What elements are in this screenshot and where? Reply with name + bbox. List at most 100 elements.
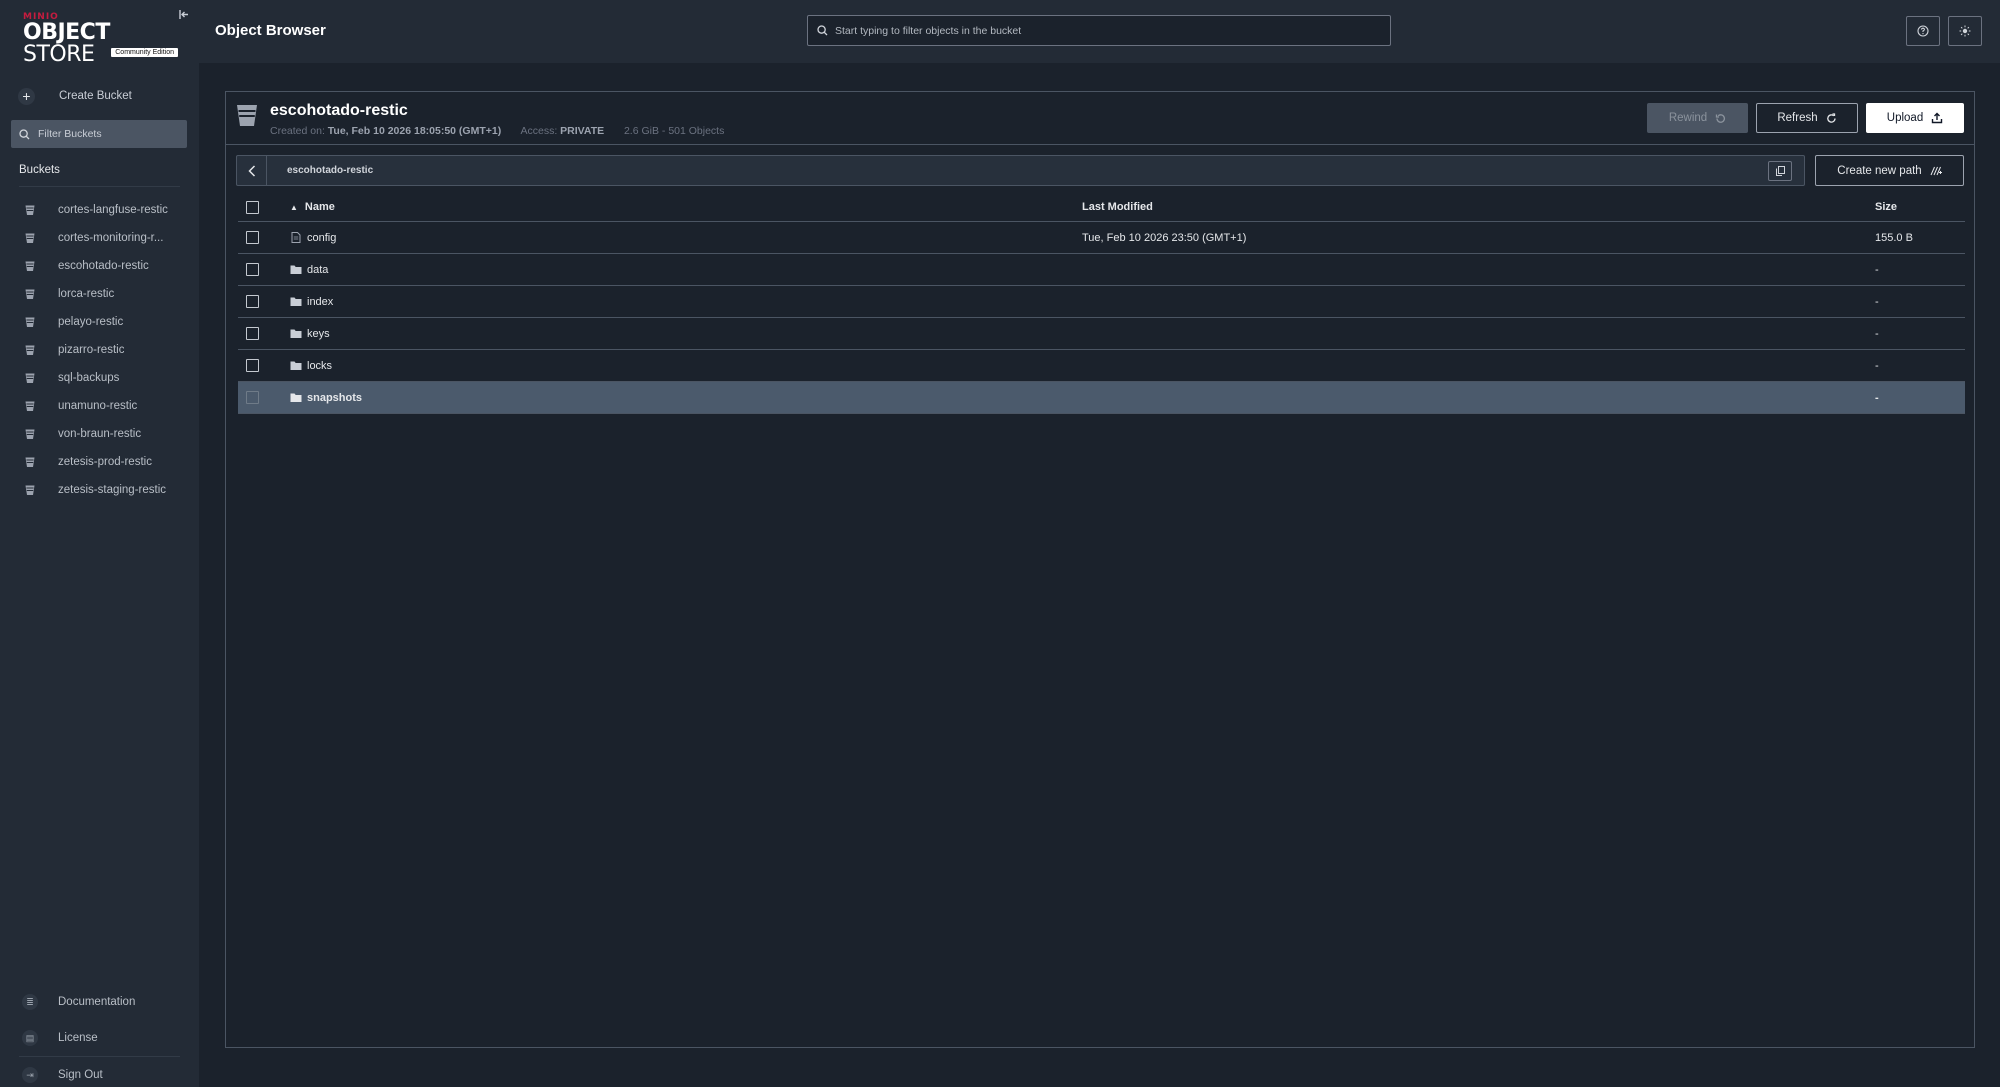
bucket-item-label: zetesis-staging-restic	[58, 484, 167, 496]
row-checkbox[interactable]	[246, 295, 259, 308]
bucket-item-label: zetesis-prod-restic	[58, 456, 152, 468]
plus-icon: +	[18, 87, 35, 105]
access-label: Access:	[520, 125, 558, 137]
table-row[interactable]: data -	[238, 254, 1965, 286]
table-row[interactable]: keys -	[238, 318, 1965, 350]
refresh-icon	[1826, 112, 1836, 123]
bucket-item[interactable]: von-braun-restic	[0, 420, 199, 448]
row-checkbox[interactable]	[246, 391, 259, 404]
create-new-path-button[interactable]: Create new path	[1815, 155, 1964, 186]
upload-button[interactable]: Upload	[1866, 103, 1964, 133]
filter-buckets-field[interactable]	[11, 120, 187, 148]
objects-table: ▲ Name Last Modified Size config Tue, Feb…	[238, 193, 1965, 414]
object-size: -	[1875, 327, 1879, 340]
rewind-icon	[1716, 113, 1726, 123]
bucket-icon	[25, 373, 35, 383]
file-icon	[291, 232, 301, 243]
chevron-left-icon	[247, 164, 255, 177]
create-bucket-button[interactable]: + Create Bucket	[18, 85, 132, 107]
name-column-label: Name	[304, 201, 335, 213]
select-all-checkbox[interactable]	[246, 200, 259, 214]
last-modified-column-header[interactable]: Last Modified	[1082, 201, 1875, 213]
bucket-item[interactable]: zetesis-staging-restic	[0, 476, 199, 504]
documentation-link[interactable]: ≣ Documentation	[0, 984, 199, 1020]
folder-icon	[290, 265, 302, 274]
bucket-item[interactable]: pizarro-restic	[0, 336, 199, 364]
sort-ascending-icon: ▲	[290, 202, 298, 212]
top-bar: Object Browser	[199, 0, 2000, 63]
breadcrumb-item[interactable]: escohotado-restic	[287, 165, 373, 176]
row-checkbox[interactable]	[246, 327, 259, 340]
bucket-item-label: lorca-restic	[58, 288, 115, 300]
bucket-item-label: sql-backups	[58, 372, 120, 384]
sidebar-bottom-nav: ≣ Documentation ▤ License ⇥ Sign Out	[0, 984, 199, 1087]
collapse-sidebar-icon[interactable]	[179, 9, 191, 21]
folder-icon	[290, 329, 302, 338]
refresh-label: Refresh	[1777, 112, 1818, 124]
buckets-heading: Buckets	[19, 164, 60, 176]
object-size: -	[1875, 391, 1879, 404]
folder-icon	[290, 361, 302, 370]
sign-out-button[interactable]: ⇥ Sign Out	[0, 1057, 199, 1087]
object-search-input[interactable]	[835, 24, 1375, 37]
bucket-meta: Created on: Tue, Feb 10 2026 18:05:50 (G…	[270, 125, 724, 137]
bucket-item[interactable]: cortes-monitoring-r...	[0, 224, 199, 252]
page-title: Object Browser	[215, 22, 326, 39]
bucket-item[interactable]: cortes-langfuse-restic	[0, 196, 199, 224]
bucket-item-label: escohotado-restic	[58, 260, 149, 272]
row-checkbox[interactable]	[246, 359, 259, 372]
create-new-path-label: Create new path	[1837, 164, 1922, 177]
rewind-button[interactable]: Rewind	[1647, 103, 1748, 133]
divider	[19, 186, 180, 187]
minio-logo[interactable]: MINIO OBJECT STORE Community Edition	[23, 12, 178, 66]
filter-buckets-input[interactable]	[38, 128, 178, 140]
bucket-item[interactable]: sql-backups	[0, 364, 199, 392]
size-column-header[interactable]: Size	[1875, 201, 1965, 213]
document-icon: ≣	[22, 994, 38, 1010]
bucket-item[interactable]: lorca-restic	[0, 280, 199, 308]
bucket-item[interactable]: unamuno-restic	[0, 392, 199, 420]
bucket-icon	[25, 289, 35, 299]
object-size: -	[1875, 295, 1879, 308]
bucket-item[interactable]: zetesis-prod-restic	[0, 448, 199, 476]
breadcrumb: escohotado-restic	[236, 155, 1805, 186]
table-row[interactable]: config Tue, Feb 10 2026 23:50 (GMT+1) 15…	[238, 222, 1965, 254]
bucket-icon	[25, 233, 35, 243]
row-checkbox[interactable]	[246, 263, 259, 276]
object-name: config	[307, 231, 337, 244]
bucket-item[interactable]: escohotado-restic	[0, 252, 199, 280]
bucket-icon	[25, 429, 35, 439]
theme-toggle-button[interactable]	[1948, 16, 1982, 46]
back-button[interactable]	[237, 156, 267, 185]
sign-out-label: Sign Out	[58, 1069, 103, 1081]
folder-icon	[290, 297, 302, 306]
bucket-icon	[25, 205, 35, 215]
license-link[interactable]: ▤ License	[0, 1020, 199, 1056]
bucket-item[interactable]: pelayo-restic	[0, 308, 199, 336]
sun-icon	[1959, 25, 1971, 37]
table-row[interactable]: index -	[238, 286, 1965, 318]
logo-product-thin: STORE	[23, 42, 95, 67]
object-search-field[interactable]	[807, 15, 1391, 46]
create-bucket-label: Create Bucket	[59, 90, 132, 102]
license-label: License	[58, 1032, 98, 1044]
access-value: PRIVATE	[560, 125, 605, 137]
name-column-header[interactable]: ▲ Name	[290, 201, 1082, 213]
refresh-button[interactable]: Refresh	[1756, 103, 1858, 133]
object-name: snapshots	[307, 391, 363, 404]
bucket-icon	[25, 485, 35, 495]
bucket-usage: 2.6 GiB - 501 Objects	[623, 125, 725, 137]
table-row-selected[interactable]: snapshots -	[238, 382, 1965, 414]
license-icon: ▤	[22, 1030, 38, 1046]
bucket-name: escohotado-restic	[270, 102, 408, 119]
sign-out-icon: ⇥	[22, 1067, 38, 1083]
bucket-item-label: pizarro-restic	[58, 344, 125, 356]
bucket-item-label: unamuno-restic	[58, 400, 138, 412]
bucket-item-label: pelayo-restic	[58, 316, 124, 328]
copy-path-button[interactable]	[1768, 161, 1792, 181]
help-button[interactable]	[1906, 16, 1940, 46]
divider	[226, 144, 1974, 145]
row-checkbox[interactable]	[246, 231, 259, 244]
table-row[interactable]: locks -	[238, 350, 1965, 382]
object-name: data	[307, 263, 329, 276]
